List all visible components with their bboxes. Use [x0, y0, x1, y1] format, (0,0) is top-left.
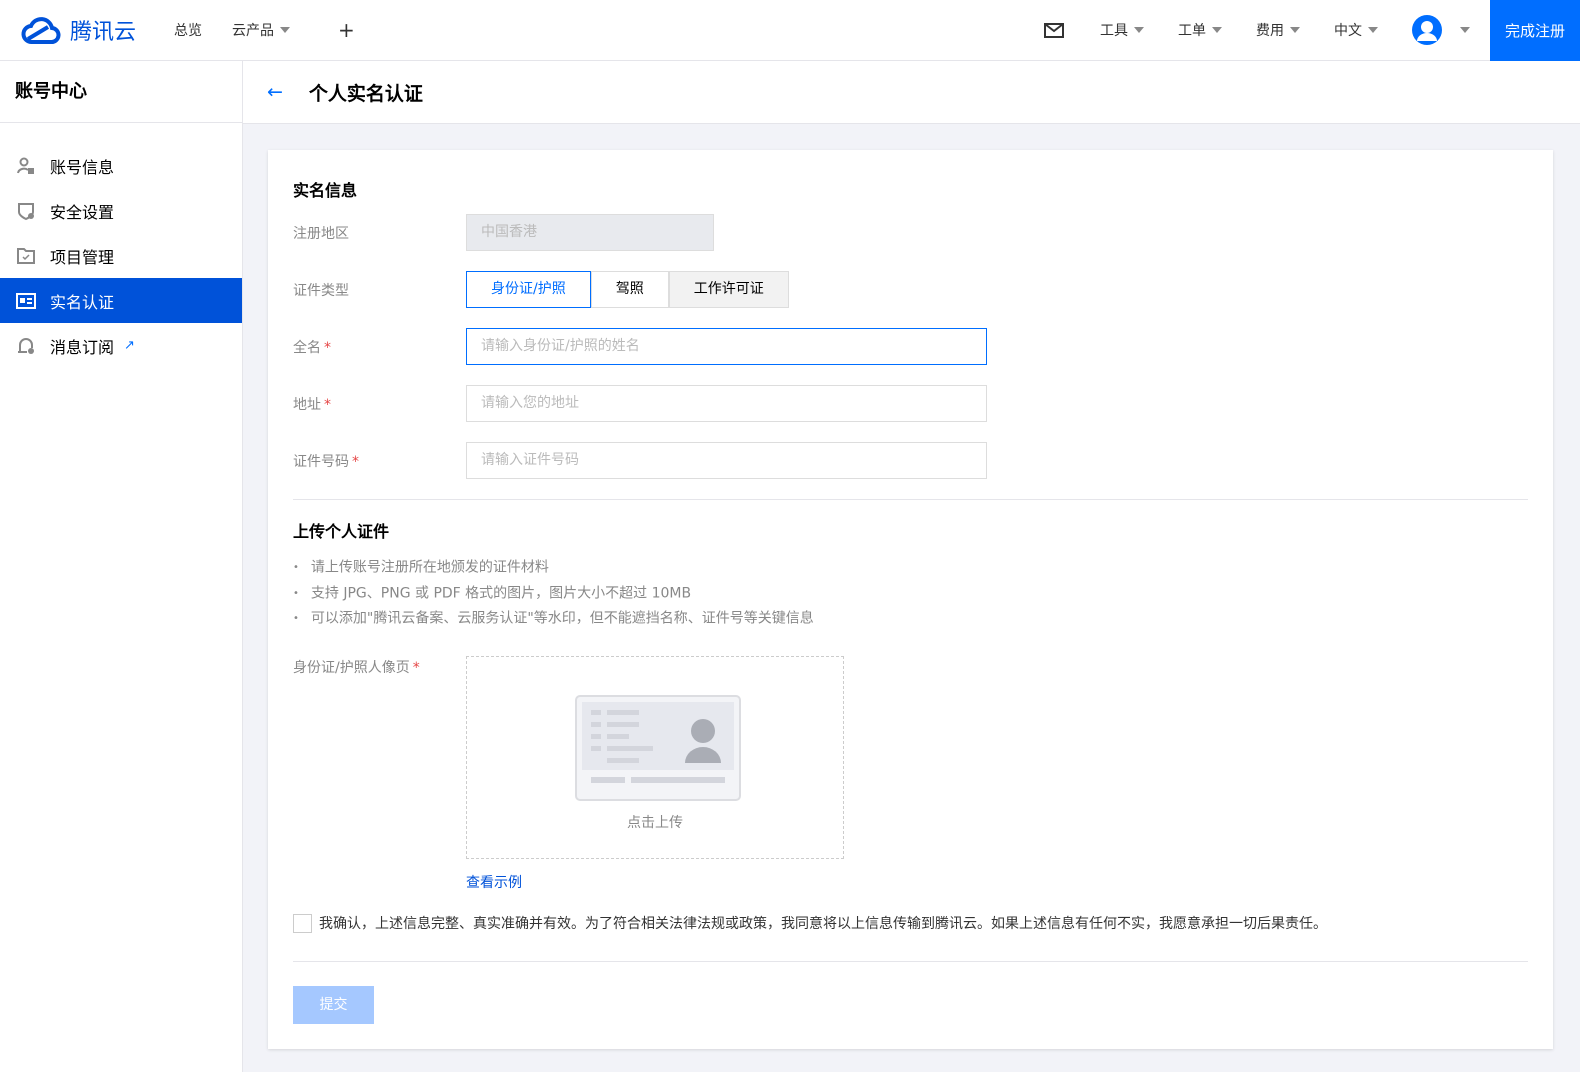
region-label: 注册地区: [293, 226, 349, 242]
sidebar-item-verification[interactable]: 实名认证: [0, 278, 242, 323]
id-number-input[interactable]: 请输入证件号码: [466, 442, 987, 479]
section-title: 上传个人证件: [293, 522, 390, 541]
id-type-label: 证件类型: [293, 283, 349, 299]
sidebar: 账号中心 账号信息 安全设置 项目管理 实名认证 消息订阅 ↗: [0, 61, 243, 1072]
chevron-down-icon: [1368, 27, 1378, 33]
sidebar-item-label: 项目管理: [50, 247, 115, 267]
nav-tools[interactable]: 工具: [1100, 20, 1144, 40]
divider: [293, 961, 1528, 962]
id-type-selector: 身份证/护照 驾照 工作许可证: [466, 271, 789, 308]
user-icon: [17, 157, 34, 174]
shield-icon: [18, 202, 34, 220]
add-icon[interactable]: +: [338, 18, 355, 42]
top-bar: 腾讯云 总览 云产品 + 工具 工单 费用 中文 完成注册: [0, 0, 1580, 61]
folder-icon: [17, 247, 35, 264]
name-label: 全名 *: [293, 340, 331, 356]
divider: [293, 499, 1528, 500]
page-header: ← 个人实名认证: [243, 61, 1580, 124]
confirm-text: 我确认，上述信息完整、真实准确并有效。为了符合相关法律法规或政策，我同意将以上信…: [319, 916, 1327, 932]
bell-icon: [18, 337, 34, 354]
submit-button[interactable]: 提交: [293, 986, 374, 1024]
id-card-placeholder-icon: [575, 695, 741, 801]
chevron-down-icon: [1460, 27, 1470, 33]
nav-products[interactable]: 云产品: [232, 20, 291, 40]
nav-language[interactable]: 中文: [1334, 20, 1378, 40]
upload-label: 身份证/护照人像页 *: [293, 660, 420, 676]
chevron-down-icon: [1134, 27, 1144, 33]
sidebar-item-security[interactable]: 安全设置: [0, 188, 242, 233]
nav-tickets[interactable]: 工单: [1178, 20, 1222, 40]
complete-registration-button[interactable]: 完成注册: [1490, 0, 1580, 61]
upload-text: 点击上传: [627, 815, 683, 831]
sidebar-item-account-info[interactable]: 账号信息: [0, 143, 242, 188]
id-card-icon: [16, 292, 36, 309]
chevron-down-icon: [1212, 27, 1222, 33]
verification-form: 实名信息 注册地区 中国香港 证件类型 身份证/护照 驾照 工作许可证 全名 * …: [268, 150, 1553, 1049]
brand-name: 腾讯云: [70, 20, 137, 45]
sidebar-item-projects[interactable]: 项目管理: [0, 233, 242, 278]
external-link-icon: ↗: [124, 338, 135, 353]
sidebar-title: 账号中心: [0, 61, 242, 123]
nav-billing[interactable]: 费用: [1256, 20, 1300, 40]
tip: 请上传账号注册所在地颁发的证件材料: [293, 555, 814, 581]
upload-tips: 请上传账号注册所在地颁发的证件材料 支持 JPG、PNG 或 PDF 格式的图片…: [293, 555, 814, 632]
back-arrow-icon[interactable]: ←: [267, 81, 283, 103]
nav-label: 工单: [1178, 23, 1206, 39]
cloud-logo-icon: [21, 17, 61, 44]
upload-area[interactable]: 点击上传: [466, 656, 844, 859]
nav-label: 中文: [1334, 23, 1362, 39]
view-example-link[interactable]: 查看示例: [466, 872, 522, 892]
id-type-driver-license[interactable]: 驾照: [590, 271, 669, 308]
nav-label: 云产品: [232, 23, 275, 39]
region-field: 中国香港: [466, 214, 714, 251]
address-label: 地址 *: [293, 397, 331, 413]
id-number-label: 证件号码 *: [293, 454, 359, 470]
confirm-row: 我确认，上述信息完整、真实准确并有效。为了符合相关法律法规或政策，我同意将以上信…: [293, 913, 1327, 933]
confirm-checkbox[interactable]: [293, 913, 312, 933]
nav-label: 费用: [1256, 23, 1284, 39]
sidebar-item-label: 安全设置: [50, 202, 115, 222]
chevron-down-icon: [280, 27, 291, 33]
sidebar-item-label: 实名认证: [50, 292, 115, 312]
user-menu[interactable]: [1412, 15, 1470, 45]
chevron-down-icon: [1290, 27, 1300, 33]
section-title: 实名信息: [293, 181, 358, 200]
full-name-input[interactable]: 请输入身份证/护照的姓名: [466, 328, 987, 365]
sidebar-item-label: 消息订阅: [50, 337, 115, 357]
nav-label: 工具: [1100, 23, 1128, 39]
nav-label: 总览: [174, 23, 203, 39]
page-title: 个人实名认证: [308, 82, 423, 105]
sidebar-item-label: 账号信息: [50, 157, 115, 177]
mail-icon[interactable]: [1044, 22, 1064, 38]
sidebar-item-subscriptions[interactable]: 消息订阅 ↗: [0, 323, 242, 368]
avatar-icon: [1412, 15, 1442, 45]
address-input[interactable]: 请输入您的地址: [466, 385, 987, 422]
id-type-passport[interactable]: 身份证/护照: [466, 271, 591, 308]
tip: 支持 JPG、PNG 或 PDF 格式的图片，图片大小不超过 10MB: [293, 581, 814, 607]
nav-overview[interactable]: 总览: [174, 20, 202, 40]
logo[interactable]: 腾讯云: [20, 14, 136, 46]
id-type-work-permit[interactable]: 工作许可证: [668, 271, 789, 308]
tip: 可以添加"腾讯云备案、云服务认证"等水印，但不能遮挡名称、证件号等关键信息: [293, 606, 814, 632]
